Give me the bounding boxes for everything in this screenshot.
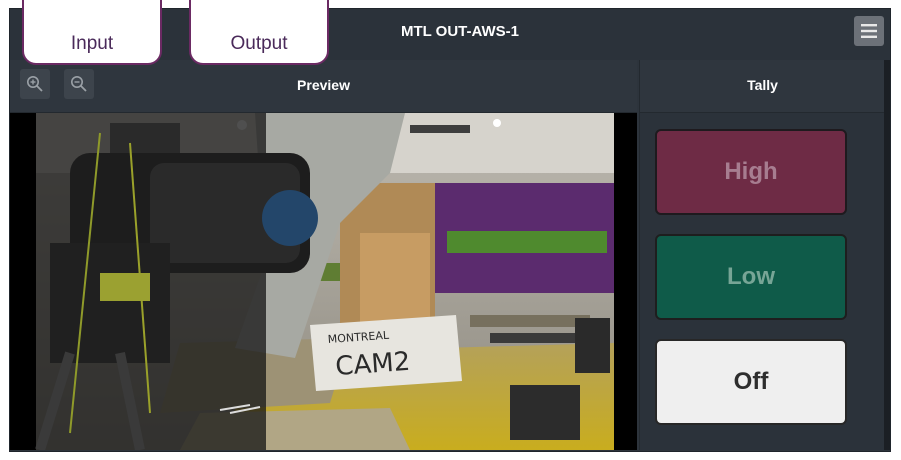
tab-input-label: Input: [70, 33, 114, 54]
sign-large-text: CAM2: [334, 347, 411, 382]
video-preview: MONTREAL CAM2: [10, 113, 637, 452]
preview-title: Preview: [297, 77, 350, 93]
tally-panel: High Low Off: [639, 113, 885, 450]
tab-output-label: Output: [230, 33, 288, 54]
scrollbar-track: [884, 60, 890, 450]
hamburger-icon: [861, 24, 877, 38]
window-title: MTL OUT-AWS-1: [400, 23, 520, 40]
tally-header: Tally: [639, 60, 885, 113]
app-window: MTL OUT-AWS-1 Preview Tally MONTREAL CAM…: [9, 0, 891, 452]
preview-header: Preview: [10, 60, 637, 113]
tally-title: Tally: [747, 77, 778, 93]
input-icon: [66, 0, 122, 17]
camera-feed-image: MONTREAL CAM2: [10, 113, 637, 452]
tally-high-button[interactable]: High: [655, 129, 847, 215]
output-icon: [233, 0, 289, 17]
menu-button[interactable]: [854, 16, 884, 46]
tally-off-button[interactable]: Off: [655, 339, 847, 425]
tab-input[interactable]: Input: [22, 0, 162, 65]
tally-low-button[interactable]: Low: [655, 234, 847, 320]
tab-output[interactable]: Output: [189, 0, 329, 65]
